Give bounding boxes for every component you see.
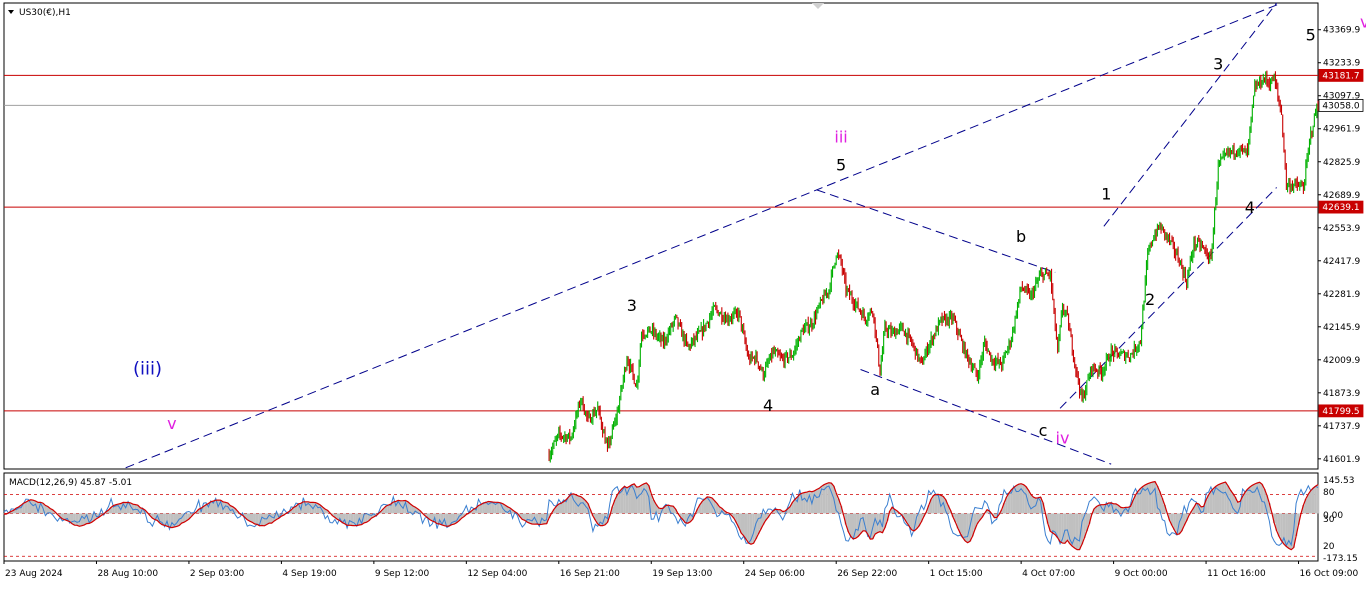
price-pane-frame (3, 2, 1319, 470)
time-tick-label: 19 Sep 13:00 (652, 569, 712, 579)
price-axis: 43369.943233.943097.942961.942825.942689… (1318, 26, 1360, 465)
time-tick-label: 23 Aug 2024 (5, 569, 63, 579)
wave-label: 1 (1101, 185, 1111, 204)
price-tick-label: 42417.9 (1323, 257, 1360, 267)
time-axis: 23 Aug 2024 28 Aug 10:00 2 Sep 03:00 4 Sep … (3, 561, 1359, 579)
time-tick-label: 28 Aug 10:00 (97, 569, 158, 579)
wave-label: b (1016, 227, 1026, 246)
macd-tick-label: 20 (1323, 542, 1335, 552)
wave-label: 5 (1306, 26, 1316, 45)
price-tag-label: 42639.1 (1322, 203, 1359, 213)
macd-pane[interactable]: 145.53800.003020-173.15 MACD(12,26,9) 45… (2, 472, 1358, 564)
wave-label: 4 (1245, 198, 1255, 217)
wave-label: iii (834, 128, 847, 147)
price-tick-label: 41737.9 (1323, 422, 1360, 432)
price-tick-label: 43369.9 (1323, 26, 1360, 36)
wave-label: v ? (1360, 12, 1366, 31)
wave-label: a (870, 380, 880, 399)
price-pane[interactable]: iii534abciv12345v ?(v)[v]C(B)(iii)vi 433… (3, 0, 1366, 470)
wave-label: v (167, 414, 176, 433)
wave-label: c (1039, 421, 1048, 440)
wave-label: 3 (1213, 55, 1223, 74)
price-tick-label: 42145.9 (1323, 323, 1360, 333)
wave-label: 4 (763, 396, 773, 415)
price-tag-label: 43181.7 (1322, 71, 1359, 81)
wave-label: (iii) (133, 358, 162, 379)
price-tick-label: 42553.9 (1323, 224, 1360, 234)
price-tick-label: 41601.9 (1323, 455, 1360, 465)
macd-tick-label: 80 (1323, 488, 1335, 498)
time-tick-label: 9 Sep 12:00 (375, 569, 430, 579)
macd-tick-label: 145.53 (1323, 476, 1355, 486)
price-tick-label: 42281.9 (1323, 290, 1360, 300)
macd-tick-label: 30 (1323, 515, 1335, 525)
time-tick-label: 12 Sep 04:00 (467, 569, 527, 579)
time-tick-label: 26 Sep 22:00 (837, 569, 897, 579)
time-tick-label: 16 Sep 21:00 (560, 569, 620, 579)
macd-tick-label: -173.15 (1323, 554, 1358, 564)
macd-title: MACD(12,26,9) 45.87 -5.01 (9, 478, 132, 488)
price-tick-label: 43233.9 (1323, 59, 1360, 69)
wave-label: 2 (1145, 290, 1155, 309)
time-tick-label: 2 Sep 03:00 (190, 569, 245, 579)
time-tick-label: 9 Oct 00:00 (1115, 569, 1168, 579)
time-tick-label: 1 Oct 15:00 (930, 569, 983, 579)
wave-label: iv (1056, 429, 1070, 448)
time-tick-label: 16 Oct 09:00 (1300, 569, 1359, 579)
symbol-label: US30(€),H1 (19, 8, 71, 18)
price-tick-label: 41873.9 (1323, 389, 1360, 399)
chart-svg[interactable]: iii534abciv12345v ?(v)[v]C(B)(iii)vi 433… (0, 0, 1366, 588)
price-tag-label: 43058.0 (1322, 101, 1359, 111)
price-tick-label: 42009.9 (1323, 356, 1360, 366)
macd-axis: 145.53800.003020-173.15 (1323, 476, 1358, 564)
price-tag-label: 41799.5 (1322, 407, 1359, 417)
time-tick-label: 11 Oct 16:00 (1207, 569, 1266, 579)
price-tick-label: 42961.9 (1323, 125, 1360, 135)
price-tick-label: 42689.9 (1323, 191, 1360, 201)
chart-root[interactable]: iii534abciv12345v ?(v)[v]C(B)(iii)vi 433… (0, 0, 1366, 588)
time-tick-label: 24 Sep 06:00 (745, 569, 805, 579)
wave-label: 5 (836, 155, 846, 174)
price-tick-label: 42825.9 (1323, 158, 1360, 168)
time-tick-label: 4 Sep 19:00 (282, 569, 337, 579)
wave-label: 3 (627, 296, 637, 315)
time-tick-label: 4 Oct 07:00 (1022, 569, 1075, 579)
